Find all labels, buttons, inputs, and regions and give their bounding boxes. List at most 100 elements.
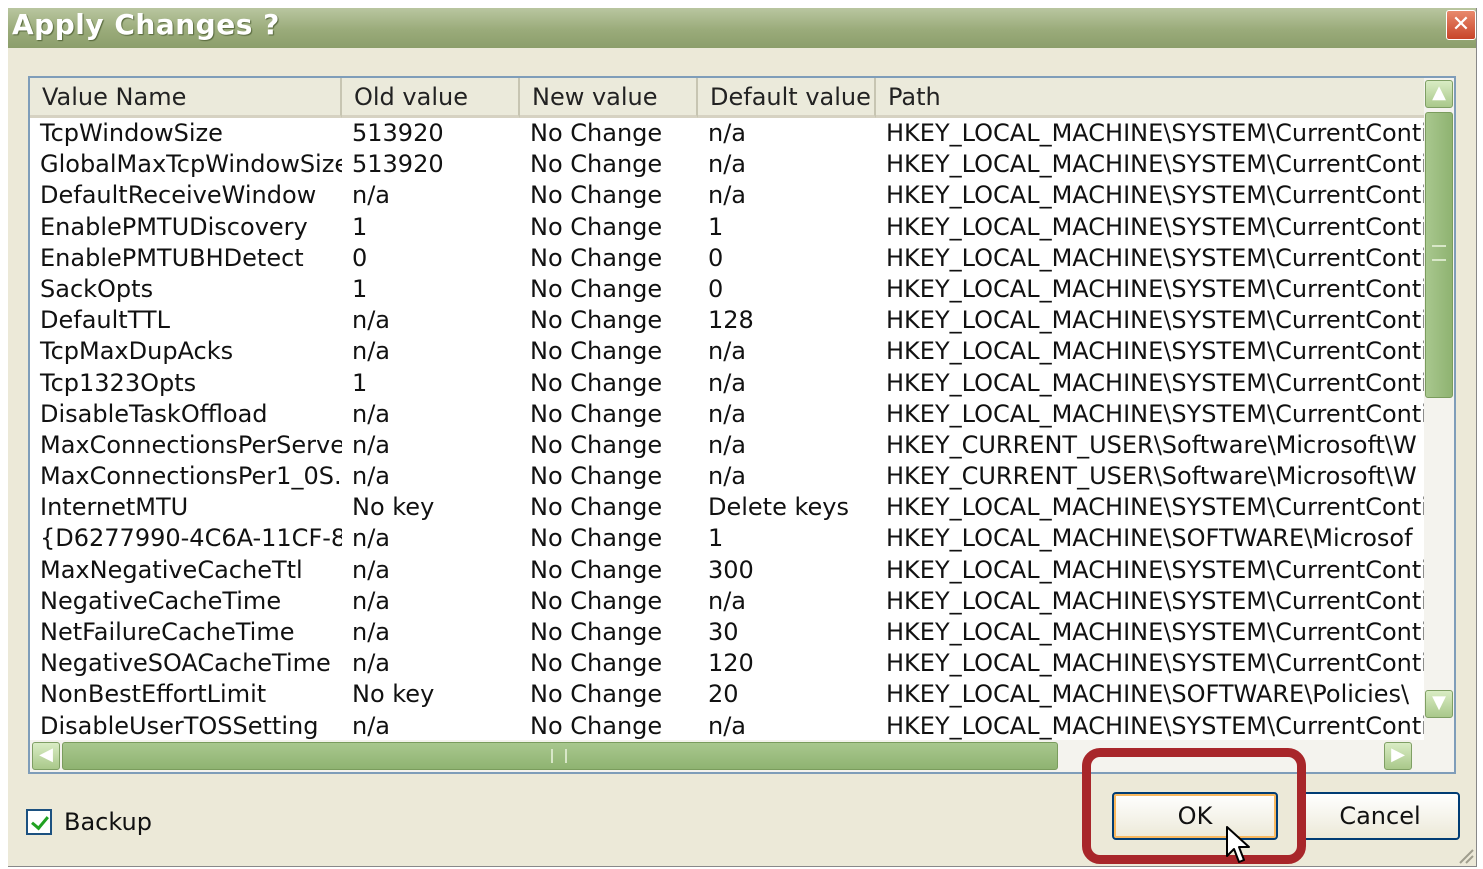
scroll-right-icon[interactable]: ▶ bbox=[1384, 742, 1412, 770]
title-bar[interactable]: Apply Changes ? ✕ bbox=[8, 8, 1476, 48]
cell-default-value: n/a bbox=[708, 399, 747, 428]
cell-default-value: 128 bbox=[708, 306, 754, 335]
table-row[interactable]: {D6277990-4C6A-11CF-8... n/a No Change 1 HKE… bbox=[30, 523, 1426, 554]
cell-path: HKEY_LOCAL_MACHINE\SYSTEM\CurrentConti bbox=[886, 150, 1426, 179]
table-row[interactable]: DisableTaskOffload n/a No Change n/a HKEY_LO… bbox=[30, 399, 1426, 430]
horizontal-scroll-thumb[interactable] bbox=[62, 742, 1058, 770]
cell-old-value: 1 bbox=[352, 368, 368, 397]
vertical-scrollbar[interactable]: ▲ ▼ bbox=[1424, 78, 1454, 740]
cell-path: HKEY_CURRENT_USER\Software\Microsoft\W bbox=[886, 462, 1417, 491]
scroll-down-icon[interactable]: ▼ bbox=[1425, 690, 1453, 718]
table-row[interactable]: MaxNegativeCacheTtl n/a No Change 300 HKEY_L… bbox=[30, 555, 1426, 586]
cell-value-name: DefaultTTL bbox=[40, 306, 170, 335]
table-row[interactable]: InternetMTU No key No Change Delete keys HKE… bbox=[30, 492, 1426, 523]
cell-old-value: 513920 bbox=[352, 150, 444, 179]
changes-list[interactable]: Value Name Old value New value Default v… bbox=[28, 76, 1456, 774]
scroll-left-icon[interactable]: ◀ bbox=[32, 742, 60, 770]
cell-new-value: No Change bbox=[530, 337, 663, 366]
table-row[interactable]: GlobalMaxTcpWindowSize 513920 No Change n/a… bbox=[30, 149, 1426, 180]
column-header-default-value[interactable]: Default value bbox=[698, 78, 876, 118]
cell-path: HKEY_LOCAL_MACHINE\SYSTEM\CurrentConti bbox=[886, 119, 1426, 147]
cell-old-value: n/a bbox=[352, 399, 391, 428]
cell-path: HKEY_LOCAL_MACHINE\SYSTEM\CurrentConti bbox=[886, 274, 1426, 303]
backup-option[interactable]: Backup bbox=[26, 808, 152, 836]
cell-path: HKEY_LOCAL_MACHINE\SYSTEM\CurrentConti bbox=[886, 555, 1426, 584]
table-row[interactable]: DefaultTTL n/a No Change 128 HKEY_LOCAL_MACH… bbox=[30, 305, 1426, 336]
cell-value-name: TcpMaxDupAcks bbox=[40, 337, 234, 366]
cell-new-value: No Change bbox=[530, 399, 663, 428]
cell-default-value: n/a bbox=[708, 711, 747, 740]
cell-path: HKEY_LOCAL_MACHINE\SYSTEM\CurrentConti bbox=[886, 337, 1426, 366]
cell-new-value: No Change bbox=[530, 243, 663, 272]
ok-button[interactable]: OK bbox=[1112, 792, 1278, 840]
cell-path: HKEY_CURRENT_USER\Software\Microsoft\W bbox=[886, 430, 1417, 459]
cell-default-value: 30 bbox=[708, 618, 739, 646]
table-row[interactable]: SackOpts 1 No Change 0 HKEY_LOCAL_MACHINE\SY… bbox=[30, 274, 1426, 305]
close-button[interactable]: ✕ bbox=[1446, 10, 1476, 40]
cell-value-name: DisableUserTOSSetting bbox=[40, 711, 319, 740]
resize-grip-icon[interactable] bbox=[1456, 846, 1474, 864]
cell-old-value: 1 bbox=[352, 274, 368, 303]
table-row[interactable]: EnablePMTUDiscovery 1 No Change 1 HKEY_LOCAL… bbox=[30, 212, 1426, 243]
column-header-new-value[interactable]: New value bbox=[520, 78, 698, 118]
cell-new-value: No Change bbox=[530, 680, 663, 709]
cell-new-value: No Change bbox=[530, 618, 663, 646]
table-row[interactable]: NonBestEffortLimit No key No Change 20 HKEY_… bbox=[30, 679, 1426, 710]
cell-old-value: n/a bbox=[352, 586, 391, 615]
cell-path: HKEY_LOCAL_MACHINE\SYSTEM\CurrentConti bbox=[886, 399, 1426, 428]
table-row[interactable]: NegativeSOACacheTime n/a No Change 120 HKEY_… bbox=[30, 648, 1426, 679]
cell-path: HKEY_LOCAL_MACHINE\SOFTWARE\Policies\ bbox=[886, 680, 1410, 709]
table-row[interactable]: NetFailureCacheTime n/a No Change 30 HKEY_LO… bbox=[30, 617, 1426, 648]
table-row[interactable]: Tcp1323Opts 1 No Change n/a HKEY_LOCAL_MACHI… bbox=[30, 368, 1426, 399]
column-header-value-name[interactable]: Value Name bbox=[30, 78, 342, 118]
cell-old-value: No key bbox=[352, 680, 435, 709]
cell-new-value: No Change bbox=[530, 555, 663, 584]
table-row[interactable]: EnablePMTUBHDetect 0 No Change 0 HKEY_LOCAL_… bbox=[30, 243, 1426, 274]
table-row[interactable]: DisableUserTOSSetting n/a No Change n/a HKEY… bbox=[30, 711, 1426, 740]
cell-path: HKEY_LOCAL_MACHINE\SYSTEM\CurrentConti bbox=[886, 306, 1426, 335]
cell-default-value: n/a bbox=[708, 337, 747, 366]
cell-new-value: No Change bbox=[530, 462, 663, 491]
cell-new-value: No Change bbox=[530, 119, 663, 147]
cell-new-value: No Change bbox=[530, 649, 663, 678]
cell-default-value: 20 bbox=[708, 680, 739, 709]
cell-new-value: No Change bbox=[530, 711, 663, 740]
cell-default-value: n/a bbox=[708, 430, 747, 459]
cell-default-value: Delete keys bbox=[708, 493, 849, 522]
cell-default-value: 1 bbox=[708, 212, 724, 241]
cell-default-value: 120 bbox=[708, 649, 754, 678]
cell-new-value: No Change bbox=[530, 274, 663, 303]
grip-icon bbox=[551, 749, 567, 763]
cell-value-name: NetFailureCacheTime bbox=[40, 618, 295, 646]
cell-path: HKEY_LOCAL_MACHINE\SYSTEM\CurrentConti bbox=[886, 586, 1426, 615]
mouse-pointer-icon bbox=[1226, 826, 1250, 863]
backup-checkbox[interactable] bbox=[26, 809, 52, 835]
cell-new-value: No Change bbox=[530, 150, 663, 179]
horizontal-scrollbar[interactable]: ◀ ▶ bbox=[30, 740, 1454, 772]
table-row[interactable]: TcpMaxDupAcks n/a No Change n/a HKEY_LOCAL_M… bbox=[30, 336, 1426, 367]
table-row[interactable]: DefaultReceiveWindow n/a No Change n/a HKEY_… bbox=[30, 180, 1426, 211]
column-header-path[interactable]: Path bbox=[876, 78, 1426, 118]
cell-default-value: n/a bbox=[708, 119, 747, 147]
cell-value-name: EnablePMTUDiscovery bbox=[40, 212, 308, 241]
table-row[interactable]: NegativeCacheTime n/a No Change n/a HKEY_LOC… bbox=[30, 586, 1426, 617]
table-row[interactable]: TcpWindowSize 513920 No Change n/a HKEY_LOCA… bbox=[30, 118, 1426, 149]
list-rows: TcpWindowSize 513920 No Change n/a HKEY_LOCA… bbox=[30, 118, 1426, 740]
cell-old-value: n/a bbox=[352, 555, 391, 584]
cell-old-value: 513920 bbox=[352, 119, 444, 147]
cell-path: HKEY_LOCAL_MACHINE\SOFTWARE\Microsof bbox=[886, 524, 1413, 553]
cell-old-value: n/a bbox=[352, 430, 391, 459]
cell-value-name: InternetMTU bbox=[40, 493, 189, 522]
cell-value-name: DisableTaskOffload bbox=[40, 399, 268, 428]
backup-label: Backup bbox=[64, 808, 152, 836]
vertical-scroll-thumb[interactable] bbox=[1425, 112, 1453, 398]
scroll-up-icon[interactable]: ▲ bbox=[1425, 80, 1453, 108]
cell-value-name: MaxConnectionsPerServer bbox=[40, 430, 342, 459]
cell-old-value: No key bbox=[352, 493, 435, 522]
cancel-button[interactable]: Cancel bbox=[1300, 792, 1460, 840]
column-header-old-value[interactable]: Old value bbox=[342, 78, 520, 118]
apply-changes-dialog: Apply Changes ? ✕ Value Name Old value N… bbox=[8, 8, 1477, 867]
table-row[interactable]: MaxConnectionsPerServer n/a No Change n/a HK… bbox=[30, 430, 1426, 461]
table-row[interactable]: MaxConnectionsPer1_0S... n/a No Change n/a H… bbox=[30, 461, 1426, 492]
cell-value-name: DefaultReceiveWindow bbox=[40, 181, 317, 210]
